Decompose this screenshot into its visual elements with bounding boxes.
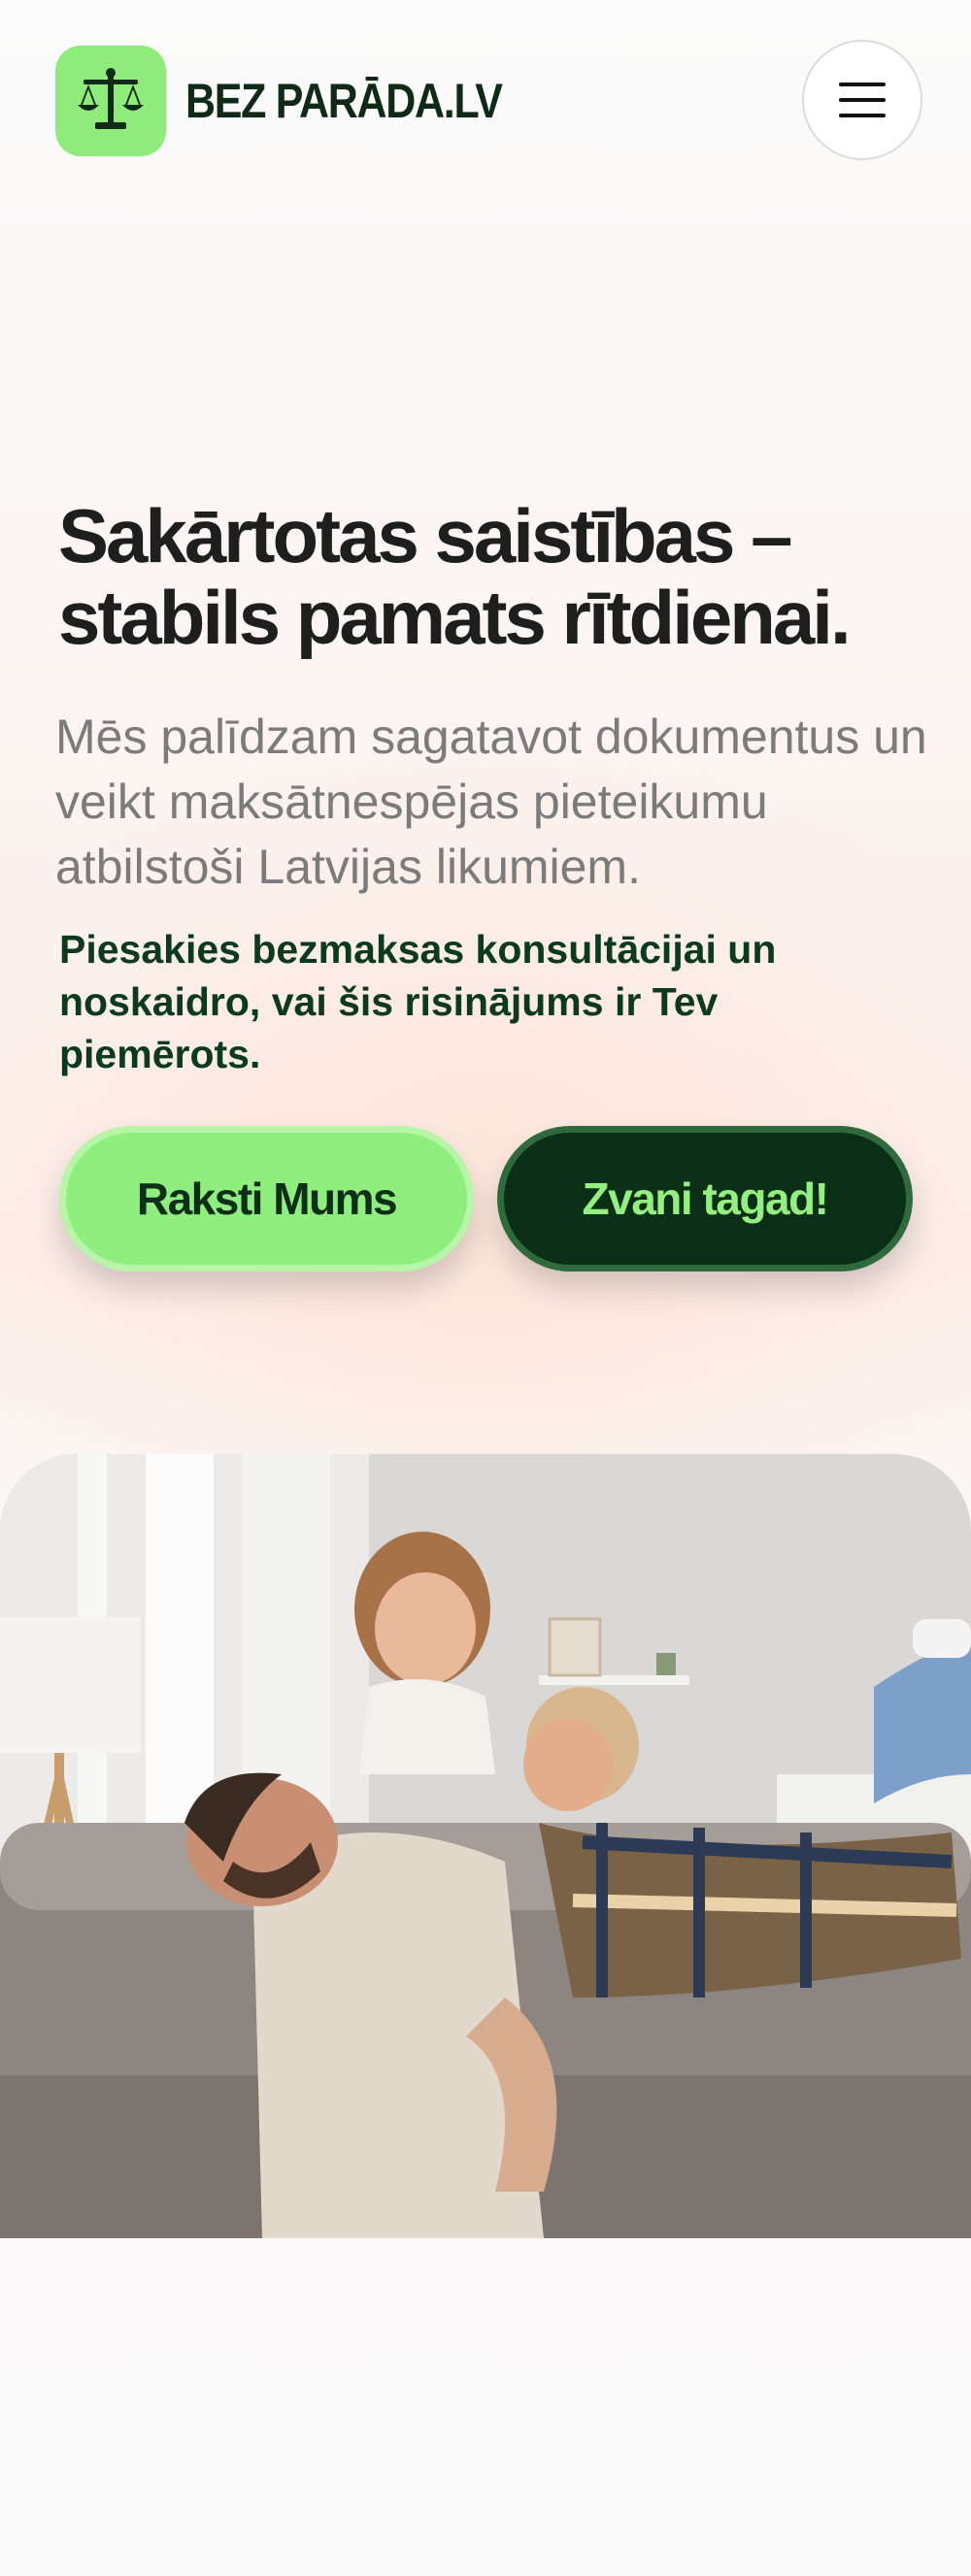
logo-text: BEZ PARĀDA.LV	[185, 74, 503, 128]
hamburger-menu-icon	[839, 83, 886, 117]
hero-cta-text: Piesakies bezmaksas konsultācijai un nos…	[59, 927, 777, 1076]
write-us-button[interactable]: Raksti Mums	[59, 1126, 474, 1271]
menu-button[interactable]	[802, 40, 922, 160]
site-header: BEZ PARĀDA.LV	[0, 0, 971, 204]
call-now-button[interactable]: Zvani tagad!	[497, 1126, 913, 1271]
hero-subtitle: Mēs palīdzam sagatavot dokumentus un vei…	[55, 710, 927, 894]
hero-title: Sakārtotas saistības – stabils pamats rī…	[58, 493, 852, 660]
site-logo[interactable]: BEZ PARĀDA.LV	[55, 46, 553, 156]
scales-icon	[55, 46, 166, 156]
family-photo	[0, 1454, 971, 2238]
